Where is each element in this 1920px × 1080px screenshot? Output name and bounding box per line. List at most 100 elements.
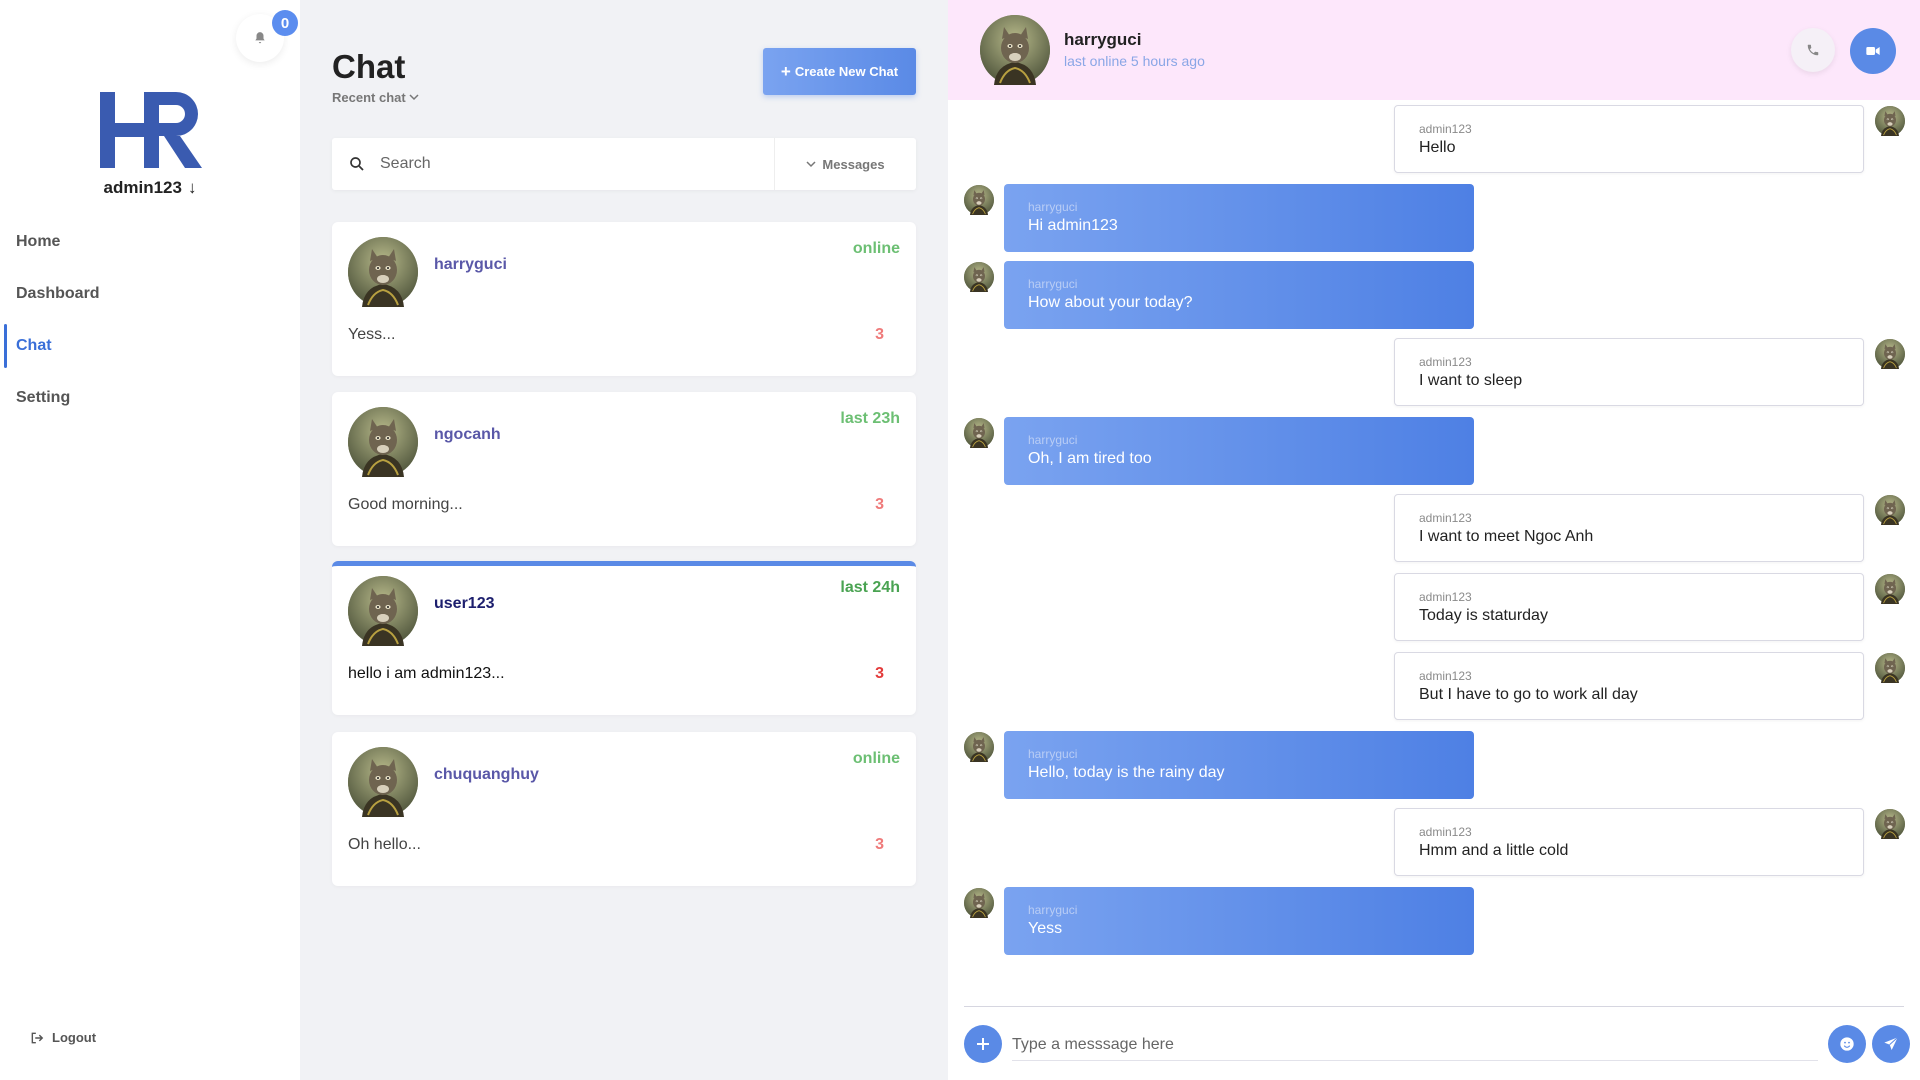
avatar: [348, 576, 418, 646]
avatar: [348, 407, 418, 477]
message-text: Hmm and a little cold: [1419, 842, 1569, 859]
sidebar: 0 admin123 ↓ Home Dashboard Chat Setting …: [0, 0, 300, 1080]
conversation-name: chuquanghuy: [434, 766, 539, 783]
message-bubble-incoming: harryguci Yess: [1004, 887, 1474, 955]
message-bubble-outgoing: admin123 Hello: [1394, 105, 1864, 173]
current-user[interactable]: admin123 ↓: [0, 178, 300, 198]
conversation-card[interactable]: chuquanghuy online Oh hello... 3: [332, 732, 916, 886]
avatar: [964, 262, 994, 292]
attach-button[interactable]: [964, 1025, 1002, 1063]
logout-button[interactable]: Logout: [30, 1030, 96, 1045]
unread-count: 3: [875, 326, 884, 343]
nav-item-setting[interactable]: Setting: [0, 372, 300, 424]
messages-filter-label: Messages: [822, 156, 885, 172]
conversation-card[interactable]: ngocanh last 23h Good morning... 3: [332, 392, 916, 546]
message-text: Oh, I am tired too: [1028, 450, 1152, 467]
message-sender: admin123: [1419, 355, 1472, 369]
video-call-button[interactable]: [1850, 28, 1896, 74]
chevron-down-icon: [409, 94, 419, 101]
smiley-icon: [1840, 1037, 1854, 1051]
nav-item-home[interactable]: Home: [0, 216, 300, 268]
search-bar: Messages: [332, 138, 916, 190]
avatar: [964, 888, 994, 918]
message-text: How about your today?: [1028, 294, 1193, 311]
message-sender: harryguci: [1028, 747, 1078, 761]
chevron-down-icon: [806, 161, 816, 168]
avatar: [1875, 339, 1905, 369]
avatar: [964, 732, 994, 762]
message-sender: harryguci: [1028, 433, 1078, 447]
contact-last-online: last online 5 hours ago: [1064, 53, 1205, 69]
conversation-status: last 23h: [840, 410, 900, 427]
conversation-status: online: [852, 750, 900, 767]
message-sender: harryguci: [1028, 200, 1078, 214]
send-button[interactable]: [1872, 1025, 1910, 1063]
logout-icon: [31, 1032, 44, 1043]
nav-item-dashboard[interactable]: Dashboard: [0, 268, 300, 320]
conversation-card-active[interactable]: user123 last 24h hello i am admin123... …: [332, 561, 916, 715]
conversation-preview: Good morning...: [348, 496, 463, 513]
message-list: admin123 Hello harryguci Hi admin123 har…: [948, 100, 1920, 1000]
message-bubble-outgoing: admin123 But I have to go to work all da…: [1394, 652, 1864, 720]
avatar: [1875, 106, 1905, 136]
messages-filter-dropdown[interactable]: Messages: [774, 138, 916, 190]
conversation-preview: hello i am admin123...: [348, 665, 505, 682]
bell-icon: [255, 32, 265, 44]
message-text: I want to meet Ngoc Anh: [1419, 528, 1594, 545]
emoji-button[interactable]: [1828, 1025, 1866, 1063]
avatar: [1875, 809, 1905, 839]
message-text: Yess: [1028, 920, 1063, 937]
contact-name: harryguci: [1064, 30, 1142, 49]
message-bubble-outgoing: admin123 I want to sleep: [1394, 338, 1864, 406]
message-bubble-incoming: harryguci Hello, today is the rainy day: [1004, 731, 1474, 799]
message-text: But I have to go to work all day: [1419, 686, 1638, 703]
create-new-chat-label: Create New Chat: [794, 64, 899, 79]
search-icon: [350, 157, 364, 171]
recent-chat-dropdown[interactable]: Recent chat: [332, 90, 419, 105]
message-sender: harryguci: [1028, 903, 1078, 917]
search-input[interactable]: [380, 155, 770, 173]
message-text: I want to sleep: [1419, 372, 1523, 389]
message-bubble-outgoing: admin123 Today is staturday: [1394, 573, 1864, 641]
conversation-card[interactable]: harryguci online Yess... 3: [332, 222, 916, 376]
unread-count: 3: [875, 665, 884, 682]
conversation-name: user123: [434, 595, 495, 612]
arrow-down-icon: ↓: [187, 178, 197, 197]
message-sender: admin123: [1419, 511, 1472, 525]
chat-list-panel: Chat Recent chat + Create New Chat Messa…: [300, 0, 948, 1080]
conversation-preview: Oh hello...: [348, 836, 421, 853]
logout-label: Logout: [52, 1030, 97, 1045]
message-sender: admin123: [1419, 825, 1472, 839]
phone-icon: [1807, 44, 1819, 56]
message-composer: [964, 1006, 1910, 1064]
message-sender: admin123: [1419, 669, 1472, 683]
nav-item-chat[interactable]: Chat: [0, 320, 300, 372]
message-bubble-outgoing: admin123 I want to meet Ngoc Anh: [1394, 494, 1864, 562]
message-text: Hi admin123: [1028, 217, 1118, 234]
recent-chat-label: Recent chat: [332, 90, 406, 105]
message-sender: admin123: [1419, 590, 1472, 604]
message-text: Hello, today is the rainy day: [1028, 764, 1225, 781]
main-nav: Home Dashboard Chat Setting: [0, 216, 300, 424]
avatar: [1875, 574, 1905, 604]
create-new-chat-button[interactable]: + Create New Chat: [763, 48, 916, 95]
conversation-panel: harryguci last online 5 hours ago admin1…: [948, 0, 1920, 1080]
message-bubble-incoming: harryguci Oh, I am tired too: [1004, 417, 1474, 485]
message-text: Hello: [1419, 139, 1456, 156]
avatar: [348, 237, 418, 307]
message-text: Today is staturday: [1419, 607, 1548, 624]
video-icon: [1866, 47, 1880, 55]
page-title: Chat: [332, 48, 406, 85]
voice-call-button[interactable]: [1791, 28, 1835, 72]
avatar: [964, 418, 994, 448]
message-sender: admin123: [1419, 122, 1472, 136]
message-input[interactable]: [1012, 1029, 1818, 1061]
conversation-preview: Yess...: [348, 326, 396, 343]
avatar: [1875, 653, 1905, 683]
avatar: [964, 185, 994, 215]
plus-icon: [977, 1038, 989, 1050]
conversation-header: harryguci last online 5 hours ago: [948, 0, 1920, 100]
contact-avatar: [980, 15, 1050, 85]
conversation-status: online: [852, 240, 900, 257]
hr-logo: [100, 92, 202, 168]
